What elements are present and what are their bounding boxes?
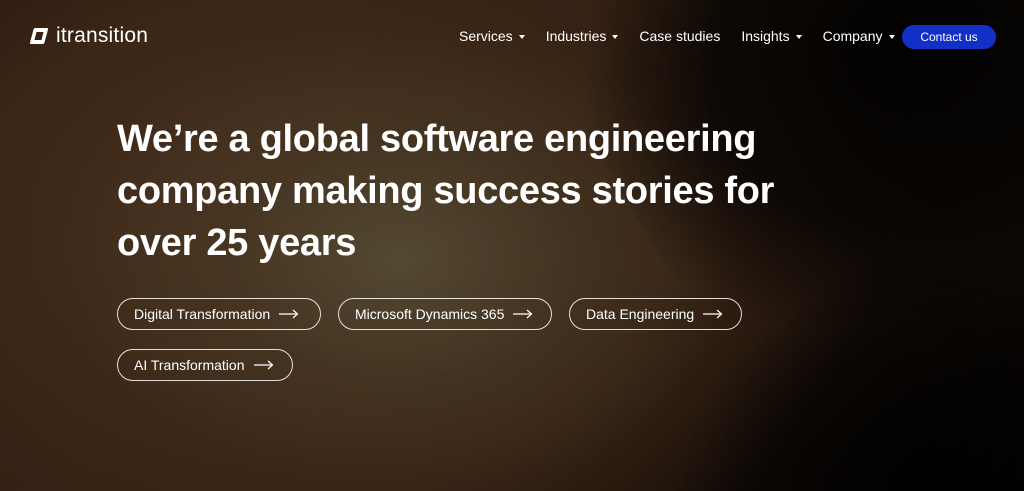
pill-digital-transformation[interactable]: Digital Transformation xyxy=(117,298,321,330)
contact-us-button[interactable]: Contact us xyxy=(902,25,996,49)
arrow-right-icon xyxy=(253,360,273,370)
nav-item-label: Case studies xyxy=(639,28,721,44)
pill-label: Data Engineering xyxy=(586,306,695,322)
nav-item-label: Insights xyxy=(741,28,790,44)
nav-item-label: Services xyxy=(459,28,513,44)
pill-label: Digital Transformation xyxy=(134,306,271,322)
hero-section: itransition Services Industries Case stu… xyxy=(0,0,1024,491)
brand-logo[interactable]: itransition xyxy=(29,24,148,48)
nav-item-insights[interactable]: Insights xyxy=(741,27,802,45)
headline-line: We’re a global software engineering xyxy=(117,118,757,160)
main-menu: Services Industries Case studies Insight… xyxy=(459,27,916,45)
chevron-down-icon xyxy=(888,34,895,39)
pill-microsoft-dynamics-365[interactable]: Microsoft Dynamics 365 xyxy=(338,298,552,330)
nav-item-company[interactable]: Company xyxy=(823,27,895,45)
nav-item-case-studies[interactable]: Case studies xyxy=(639,27,720,45)
brand-name: itransition xyxy=(56,24,149,47)
pill-ai-transformation[interactable]: AI Transformation xyxy=(117,349,293,381)
nav-item-services[interactable]: Services xyxy=(459,27,525,45)
pill-data-engineering[interactable]: Data Engineering xyxy=(569,298,742,330)
nav-item-label: Company xyxy=(822,28,883,44)
headline-line: company making success stories for xyxy=(117,170,775,212)
arrow-right-icon xyxy=(703,309,723,319)
pill-label: Microsoft Dynamics 365 xyxy=(355,306,505,322)
nav-item-industries[interactable]: Industries xyxy=(546,27,619,45)
headline-line: over 25 years xyxy=(117,222,357,264)
arrow-right-icon xyxy=(279,309,299,319)
nav-item-label: Industries xyxy=(545,28,607,44)
chevron-down-icon xyxy=(795,34,802,39)
top-navigation: itransition Services Industries Case stu… xyxy=(0,0,1024,74)
arrow-right-icon xyxy=(513,309,533,319)
chevron-down-icon xyxy=(518,34,525,39)
hero-headline: We’re a global software engineering comp… xyxy=(117,113,817,269)
itransition-mark-icon xyxy=(29,28,49,44)
chevron-down-icon xyxy=(612,34,619,39)
pill-label: AI Transformation xyxy=(134,357,245,373)
